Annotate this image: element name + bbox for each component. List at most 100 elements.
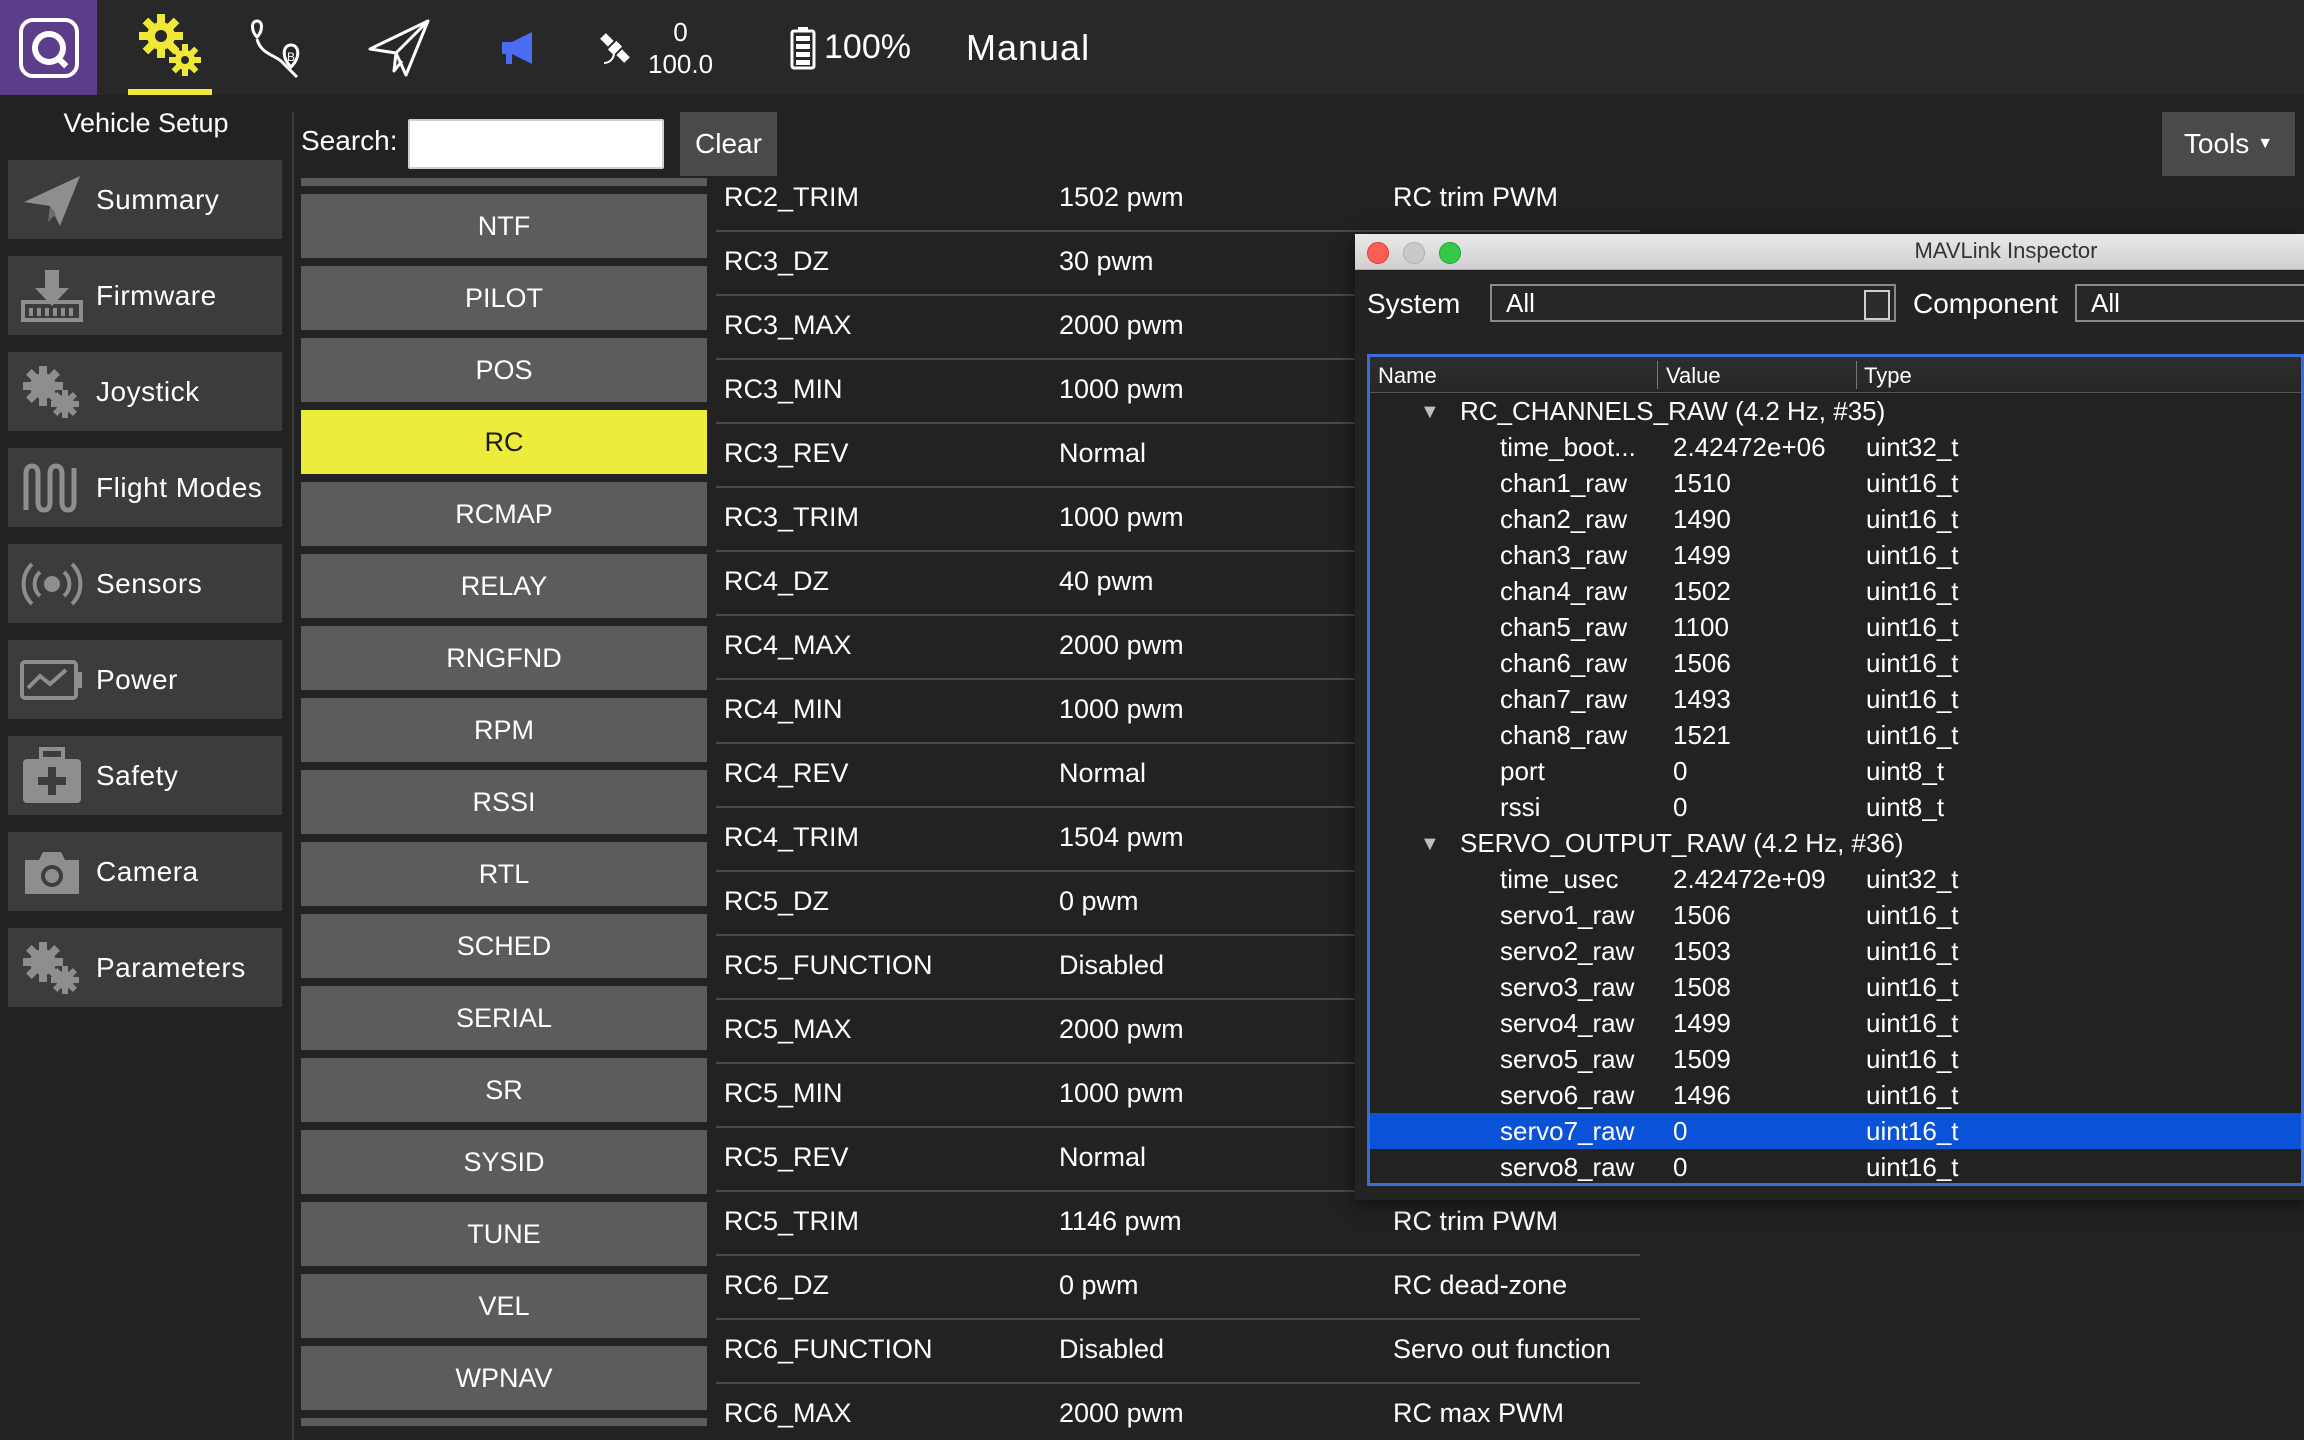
table-row[interactable]: RC6_DZ 0 pwm RC dead-zone [716, 1256, 1640, 1320]
tools-button[interactable]: Tools ▼ [2162, 112, 2295, 176]
group-button-rc[interactable]: RC [301, 410, 707, 474]
field-name: chan4_raw [1500, 576, 1628, 606]
tree-field-row[interactable]: servo4_raw 1499 uint16_t [1370, 1005, 2301, 1041]
tree-group-row[interactable]: ▼ SERVO_OUTPUT_RAW (4.2 Hz, #36) [1370, 825, 2301, 861]
column-header-name[interactable]: Name [1378, 363, 1437, 389]
sidebar-item-firmware[interactable]: Firmware [8, 256, 282, 335]
app-logo-button[interactable] [0, 0, 97, 95]
sidebar-item-sensors[interactable]: Sensors [8, 544, 282, 623]
param-value: Normal [1059, 1142, 1147, 1172]
messages-indicator[interactable] [490, 0, 550, 95]
group-button-pos[interactable]: POS [301, 338, 707, 402]
column-divider[interactable] [1657, 361, 1658, 389]
svg-text:B: B [287, 50, 295, 64]
vehicle-setup-button[interactable] [128, 0, 212, 95]
component-filter-select[interactable]: All [2075, 284, 2304, 322]
group-button-sr[interactable]: SR [301, 1058, 707, 1122]
group-button-rcmap[interactable]: RCMAP [301, 482, 707, 546]
field-value: 1510 [1673, 468, 1731, 498]
tree-group-row[interactable]: ▼ RC_CHANNELS_RAW (4.2 Hz, #35) [1370, 393, 2301, 429]
tree-field-row-selected[interactable]: servo7_raw 0 uint16_t [1370, 1113, 2301, 1149]
field-value: 1509 [1673, 1044, 1731, 1074]
tree-field-row[interactable]: port 0 uint8_t [1370, 753, 2301, 789]
field-name: servo3_raw [1500, 972, 1635, 1002]
group-button-wpnav[interactable]: WPNAV [301, 1346, 707, 1410]
field-type: uint16_t [1866, 972, 1959, 1002]
sidebar-item-joystick[interactable]: Joystick [8, 352, 282, 431]
group-button-tune[interactable]: TUNE [301, 1202, 707, 1266]
param-name: RC3_DZ [724, 246, 830, 276]
message-group-label: RC_CHANNELS_RAW (4.2 Hz, #35) [1460, 396, 1886, 426]
group-button-sched[interactable]: SCHED [301, 914, 707, 978]
param-name: RC5_REV [724, 1142, 849, 1172]
tree-field-row[interactable]: servo5_raw 1509 uint16_t [1370, 1041, 2301, 1077]
gps-indicator[interactable]: 0 100.0 [594, 0, 713, 95]
clear-button[interactable]: Clear [680, 112, 777, 176]
tree-field-row[interactable]: servo3_raw 1508 uint16_t [1370, 969, 2301, 1005]
main-toolbar: B 0 100.0 100% Manual [0, 0, 2304, 95]
tree-field-row[interactable]: servo6_raw 1496 uint16_t [1370, 1077, 2301, 1113]
sidebar-item-label: Camera [96, 855, 199, 887]
column-divider[interactable] [1856, 361, 1857, 389]
column-header-value[interactable]: Value [1666, 363, 1721, 389]
param-value: 1504 pwm [1059, 822, 1184, 852]
param-name: RC4_MIN [724, 694, 843, 724]
sidebar-item-power[interactable]: Power [8, 640, 282, 719]
sidebar-item-parameters[interactable]: Parameters [8, 928, 282, 1007]
field-name: servo2_raw [1500, 936, 1635, 966]
tree-field-row[interactable]: chan6_raw 1506 uint16_t [1370, 645, 2301, 681]
group-button-rpm[interactable]: RPM [301, 698, 707, 762]
field-value: 1100 [1673, 612, 1729, 642]
field-name: time_boot... [1500, 432, 1636, 462]
system-filter-select[interactable]: All [1490, 284, 1896, 322]
group-button-pilot[interactable]: PILOT [301, 266, 707, 330]
group-button-serial[interactable]: SERIAL [301, 986, 707, 1050]
tree-field-row[interactable]: chan7_raw 1493 uint16_t [1370, 681, 2301, 717]
tree-field-row[interactable]: chan2_raw 1490 uint16_t [1370, 501, 2301, 537]
group-button-rngfnd[interactable]: RNGFND [301, 626, 707, 690]
table-row[interactable]: RC2_TRIM 1502 pwm RC trim PWM [716, 168, 1640, 232]
tree-field-row[interactable]: chan4_raw 1502 uint16_t [1370, 573, 2301, 609]
vehicle-setup-title: Vehicle Setup [63, 108, 229, 138]
tree-field-row[interactable]: servo8_raw 0 uint16_t [1370, 1149, 2301, 1183]
sidebar-item-camera[interactable]: Camera [8, 832, 282, 911]
message-tree[interactable]: Name Value Type ▼ RC_CHANNELS_RAW (4.2 H… [1367, 354, 2304, 1186]
group-button-rtl[interactable]: RTL [301, 842, 707, 906]
param-name: RC3_TRIM [724, 502, 860, 532]
column-header-type[interactable]: Type [1864, 363, 1912, 389]
table-row[interactable]: RC6_MAX 2000 pwm RC max PWM [716, 1384, 1640, 1440]
tree-field-row[interactable]: rssi 0 uint8_t [1370, 789, 2301, 825]
plan-view-button[interactable]: B [244, 0, 316, 95]
group-button-ntf[interactable]: NTF [301, 194, 707, 258]
tree-field-row[interactable]: servo1_raw 1506 uint16_t [1370, 897, 2301, 933]
search-input[interactable] [408, 119, 664, 169]
tree-field-row[interactable]: chan1_raw 1510 uint16_t [1370, 465, 2301, 501]
expand-arrow-icon[interactable]: ▼ [1420, 833, 1440, 856]
sidebar-item-flight-modes[interactable]: Flight Modes [8, 448, 282, 527]
flight-mode-selector[interactable]: Manual [966, 0, 1090, 95]
field-value: 0 [1673, 756, 1688, 786]
tree-field-row[interactable]: time_usec 2.42472e+09 uint32_t [1370, 861, 2301, 897]
table-row[interactable]: RC5_TRIM 1146 pwm RC trim PWM [716, 1192, 1640, 1256]
tree-field-row[interactable]: chan8_raw 1521 uint16_t [1370, 717, 2301, 753]
parameter-group-list[interactable]: NTF PILOT POS RC RCMAP RELAY RNGFND RPM … [301, 178, 707, 1426]
tree-field-row[interactable]: chan5_raw 1100 uint16_t [1370, 609, 2301, 645]
group-button-rssi[interactable]: RSSI [301, 770, 707, 834]
group-button-vel[interactable]: VEL [301, 1274, 707, 1338]
tree-field-row[interactable]: chan3_raw 1499 uint16_t [1370, 537, 2301, 573]
mavlink-inspector-window[interactable]: MAVLink Inspector System All Component A… [1355, 234, 2304, 1200]
battery-indicator[interactable]: 100% [790, 0, 911, 95]
tree-field-row[interactable]: servo2_raw 1503 uint16_t [1370, 933, 2301, 969]
group-button-sysid[interactable]: SYSID [301, 1130, 707, 1194]
window-titlebar[interactable]: MAVLink Inspector [1355, 234, 2304, 270]
param-name: RC2_TRIM [724, 182, 860, 212]
table-row[interactable]: RC6_FUNCTION Disabled Servo out function [716, 1320, 1640, 1384]
fly-view-button[interactable] [360, 0, 438, 95]
group-button-relay[interactable]: RELAY [301, 554, 707, 618]
tree-field-row[interactable]: time_boot... 2.42472e+06 uint32_t [1370, 429, 2301, 465]
field-value: 0 [1673, 792, 1688, 822]
expand-arrow-icon[interactable]: ▼ [1420, 401, 1440, 424]
field-type: uint16_t [1866, 540, 1959, 570]
sidebar-item-safety[interactable]: Safety [8, 736, 282, 815]
sidebar-item-summary[interactable]: Summary [8, 160, 282, 239]
